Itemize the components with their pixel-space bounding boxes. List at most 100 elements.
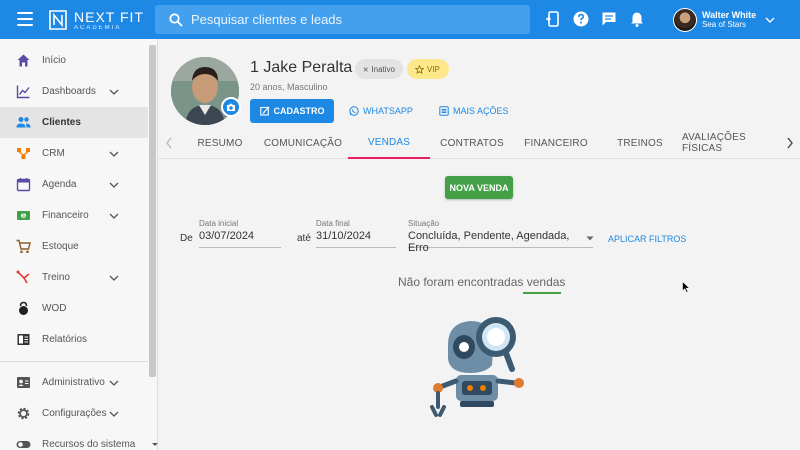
- sidebar-item-wod[interactable]: WOD: [0, 293, 148, 324]
- tab-resumo[interactable]: RESUMO: [182, 127, 258, 159]
- sidebar-divider: [0, 361, 148, 362]
- whatsapp-icon: [349, 106, 359, 116]
- user-menu[interactable]: Walter White Sea of Stars: [673, 7, 775, 33]
- tab-label: AVALIAÇÕES FÍSICAS: [682, 132, 746, 154]
- sidebar-item-label: Recursos do sistema: [42, 439, 136, 450]
- sidebar-item-label: Início: [42, 55, 66, 66]
- money-icon: $: [17, 211, 30, 220]
- tab-comunicacao[interactable]: COMUNICAÇÃO: [258, 127, 348, 159]
- vip-badge: VIP: [407, 59, 449, 79]
- situation-select[interactable]: Concluída, Pendente, Agendada, Erro: [408, 230, 593, 254]
- sidebar-item-financeiro[interactable]: $ Financeiro: [0, 200, 148, 231]
- mobile-icon[interactable]: [545, 11, 561, 27]
- tab-avaliacoes-fisicas[interactable]: AVALIAÇÕES FÍSICAS: [682, 127, 780, 159]
- apply-filters-button[interactable]: APLICAR FILTROS: [608, 231, 690, 247]
- client-subtitle: 20 anos, Masculino: [250, 82, 328, 92]
- sidebar-item-label: Clientes: [42, 117, 81, 128]
- bell-icon[interactable]: [629, 11, 645, 27]
- chat-icon[interactable]: [601, 11, 617, 27]
- star-icon: [415, 64, 424, 74]
- tab-label: RESUMO: [197, 137, 243, 149]
- edit-icon: [259, 106, 269, 116]
- end-date-field[interactable]: 31/10/2024: [316, 230, 396, 248]
- filter-de-label: De: [180, 233, 193, 244]
- mouse-cursor-icon: [682, 281, 690, 293]
- home-icon: [17, 54, 30, 67]
- tab-label: VENDAS: [367, 136, 411, 148]
- main-content: 1 Jake Peralta Inativo VIP 20 anos, Masc…: [158, 39, 800, 450]
- help-icon[interactable]: [573, 11, 589, 27]
- tab-contratos[interactable]: CONTRATOS: [430, 127, 514, 159]
- cart-icon: [16, 239, 31, 254]
- change-photo-button[interactable]: [221, 97, 241, 117]
- app-logo[interactable]: NEXT FIT ACADEMIA: [48, 8, 144, 32]
- menu-icon[interactable]: [17, 12, 33, 26]
- sidebar-item-relatorios[interactable]: Relatórios: [0, 324, 148, 355]
- sidebar-item-configuracoes[interactable]: Configurações: [0, 398, 148, 429]
- search-input[interactable]: [191, 12, 511, 27]
- sidebar-item-agenda[interactable]: Agenda: [0, 169, 148, 200]
- sidebar-item-label: Agenda: [42, 179, 77, 190]
- sidebar-item-label: Financeiro: [42, 210, 89, 221]
- admin-icon: [17, 377, 30, 388]
- tab-treinos[interactable]: TREINOS: [598, 127, 682, 159]
- tab-label: TREINOS: [617, 137, 663, 149]
- top-bar: NEXT FIT ACADEMIA Walter White Sea of St…: [0, 0, 800, 39]
- sidebar-item-label: Administrativo: [42, 377, 105, 388]
- chevron-right-icon[interactable]: [785, 136, 795, 150]
- kettlebell-icon: [19, 301, 28, 315]
- report-icon: [17, 334, 30, 345]
- client-name: 1 Jake Peralta: [250, 59, 353, 76]
- dropdown-arrow-icon: [586, 236, 594, 241]
- logo-mark-icon: [49, 10, 67, 30]
- chevron-down-icon: [109, 182, 119, 188]
- chevron-down-icon: [109, 213, 119, 219]
- camera-icon: [227, 103, 235, 111]
- sidebar-item-recursos[interactable]: Recursos do sistema: [0, 429, 158, 450]
- svg-text:$: $: [22, 213, 25, 219]
- status-badge-label: Inativo: [371, 64, 395, 74]
- chevron-left-icon[interactable]: [164, 136, 174, 150]
- chevron-down-icon: [109, 411, 119, 417]
- start-date-field[interactable]: 03/07/2024: [199, 230, 281, 248]
- search-box[interactable]: [155, 5, 530, 34]
- whatsapp-button[interactable]: WHATSAPP: [349, 99, 433, 123]
- new-sale-button[interactable]: NOVA VENDA: [445, 176, 513, 199]
- client-tabs: RESUMO COMUNICAÇÃO VENDAS CONTRATOS FINA…: [158, 127, 800, 159]
- toggle-icon: [16, 441, 31, 448]
- chevron-down-icon: [765, 17, 775, 23]
- tab-vendas[interactable]: VENDAS: [348, 127, 430, 159]
- sidebar-scrollbar[interactable]: [149, 45, 156, 377]
- sidebar-item-label: WOD: [42, 303, 67, 314]
- sidebar-item-label: CRM: [42, 148, 65, 159]
- sidebar: Início Dashboards Clientes CRM Agenda $ …: [0, 39, 158, 450]
- tab-label: COMUNICAÇÃO: [263, 137, 343, 149]
- sidebar-item-label: Treino: [42, 272, 70, 283]
- search-icon: [169, 12, 183, 27]
- sidebar-item-crm[interactable]: CRM: [0, 138, 148, 169]
- sidebar-item-administrativo[interactable]: Administrativo: [0, 367, 148, 398]
- tab-financeiro[interactable]: FINANCEIRO: [514, 127, 598, 159]
- cadastro-button[interactable]: CADASTRO: [250, 99, 334, 123]
- logo-text: NEXT FIT: [74, 8, 144, 25]
- status-badge: Inativo: [355, 59, 403, 79]
- sidebar-item-label: Dashboards: [42, 86, 96, 97]
- sidebar-item-dashboards[interactable]: Dashboards: [0, 76, 148, 107]
- start-date-label: Data inicial: [199, 219, 239, 228]
- treino-icon: [16, 270, 30, 284]
- sidebar-item-label: Estoque: [42, 241, 79, 252]
- mais-acoes-button[interactable]: MAIS AÇÕES: [439, 99, 529, 123]
- sidebar-item-clientes[interactable]: Clientes: [0, 107, 148, 138]
- sidebar-item-label: Configurações: [42, 408, 107, 419]
- tab-label: FINANCEIRO: [524, 137, 588, 149]
- vip-badge-label: VIP: [427, 64, 440, 74]
- situation-label: Situação: [408, 219, 440, 228]
- chevron-down-icon: [109, 380, 119, 386]
- gear-icon: [17, 407, 30, 420]
- sidebar-item-estoque[interactable]: Estoque: [0, 231, 148, 262]
- calendar-icon: [16, 178, 31, 192]
- user-subtitle: Sea of Stars: [702, 19, 747, 29]
- sidebar-item-treino[interactable]: Treino: [0, 262, 148, 293]
- sidebar-item-inicio[interactable]: Início: [0, 45, 148, 76]
- sidebar-item-label: Relatórios: [42, 334, 88, 345]
